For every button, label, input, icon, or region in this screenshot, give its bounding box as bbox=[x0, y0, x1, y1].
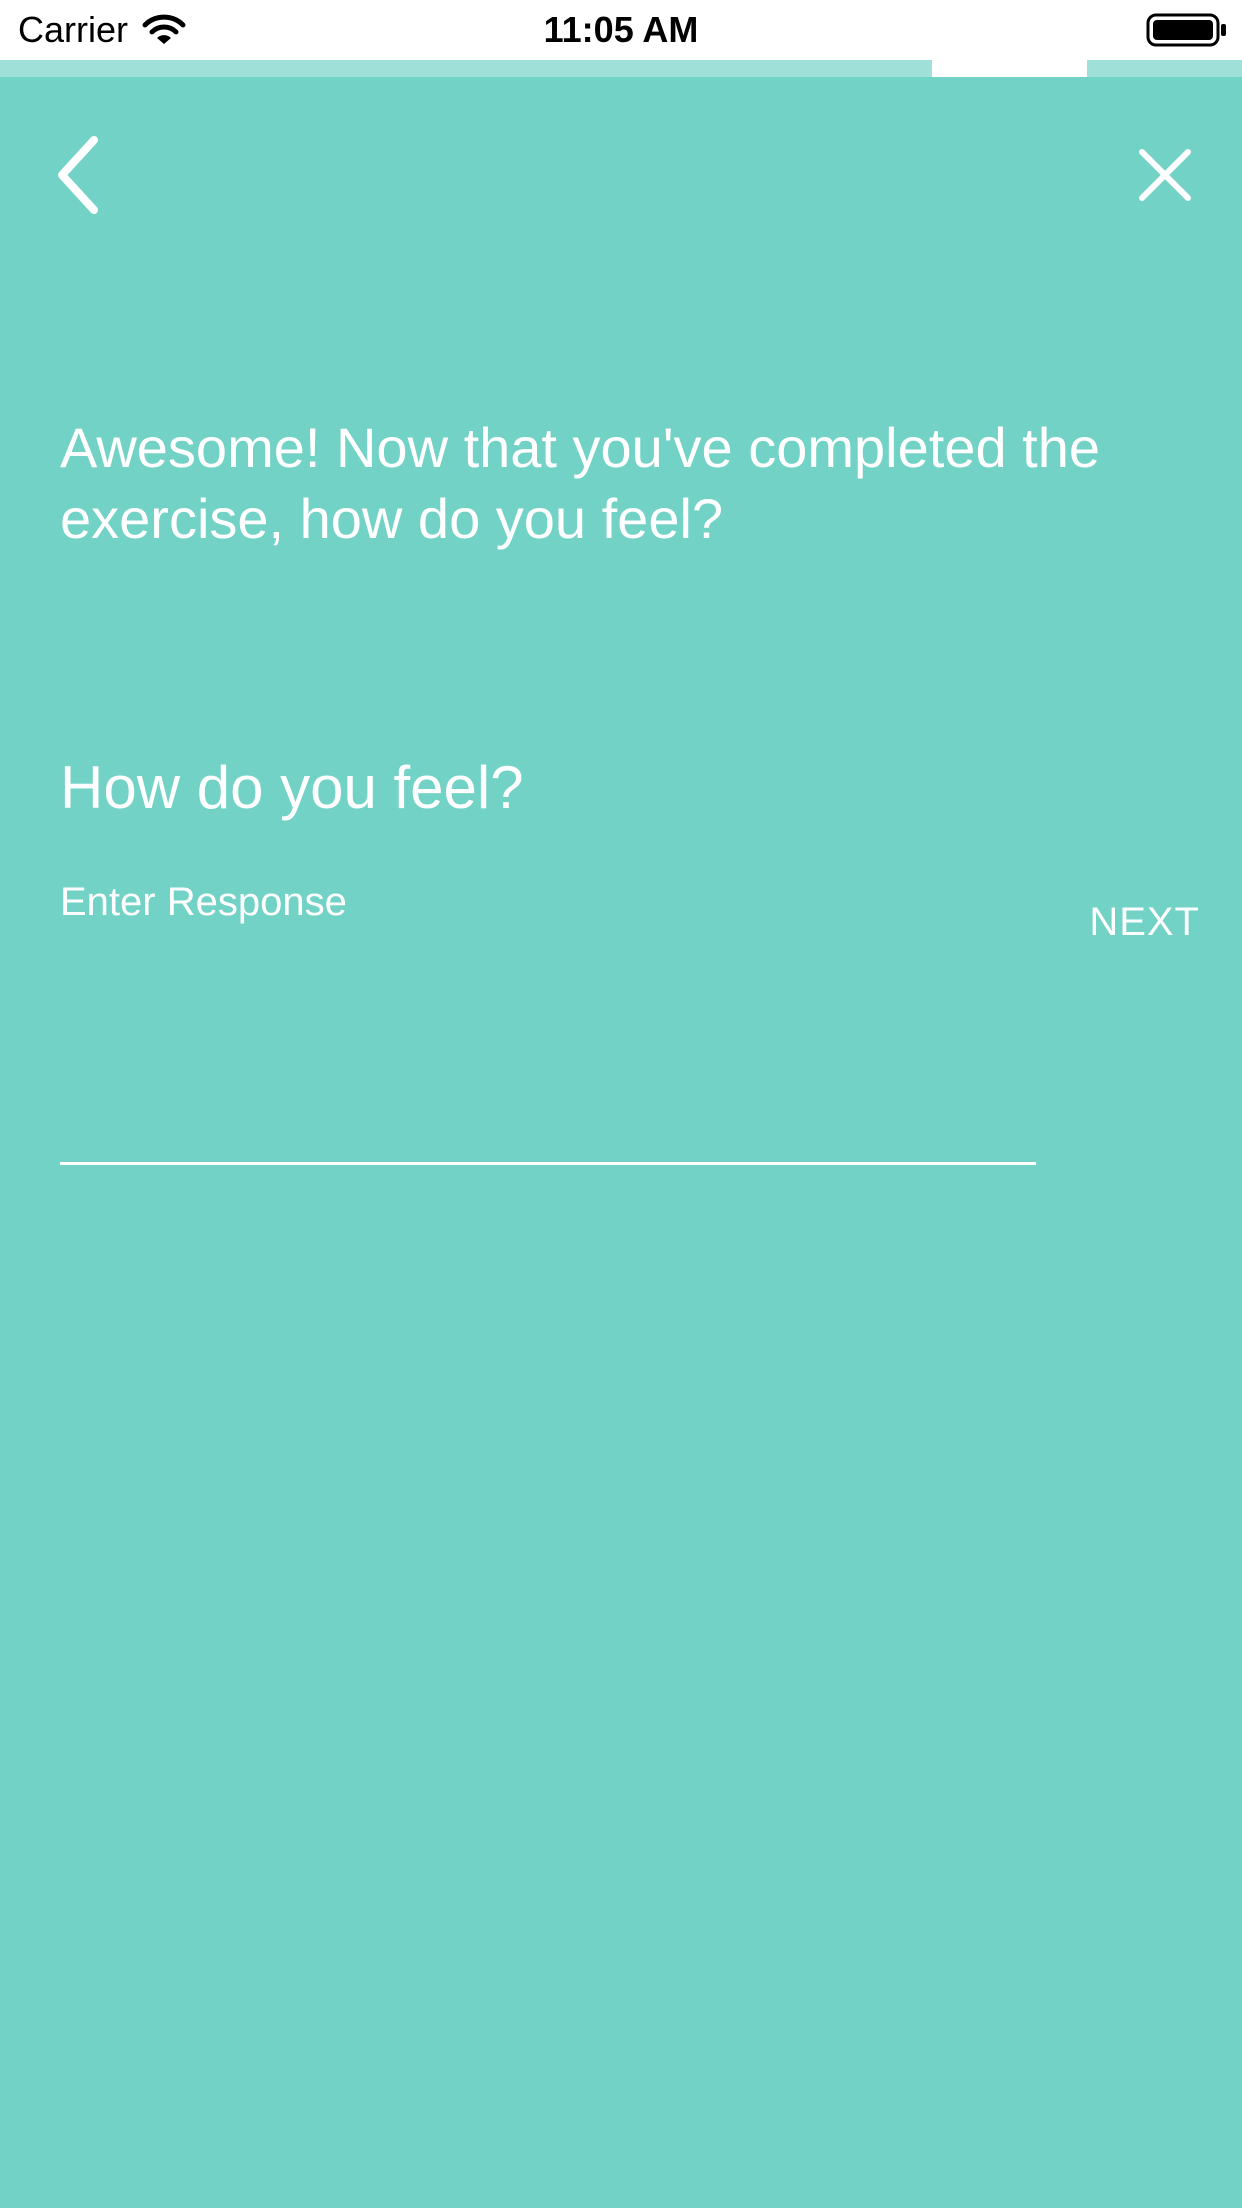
battery-icon bbox=[1146, 13, 1226, 47]
question-label: How do you feel? bbox=[60, 754, 524, 821]
back-chevron-icon[interactable] bbox=[50, 130, 114, 220]
next-button[interactable]: NEXT bbox=[1050, 892, 1200, 952]
intro-message: Awesome! Now that you've completed the e… bbox=[60, 416, 1100, 550]
close-icon[interactable] bbox=[1130, 140, 1200, 210]
progress-marker bbox=[932, 60, 1087, 77]
exercise-feedback-screen: Carrier 11:05 AM Awesome! Now that you'v… bbox=[0, 0, 1242, 2208]
status-time: 11:05 AM bbox=[543, 9, 699, 50]
response-input[interactable] bbox=[60, 872, 1036, 1165]
status-bar: Carrier 11:05 AM bbox=[0, 0, 1242, 60]
